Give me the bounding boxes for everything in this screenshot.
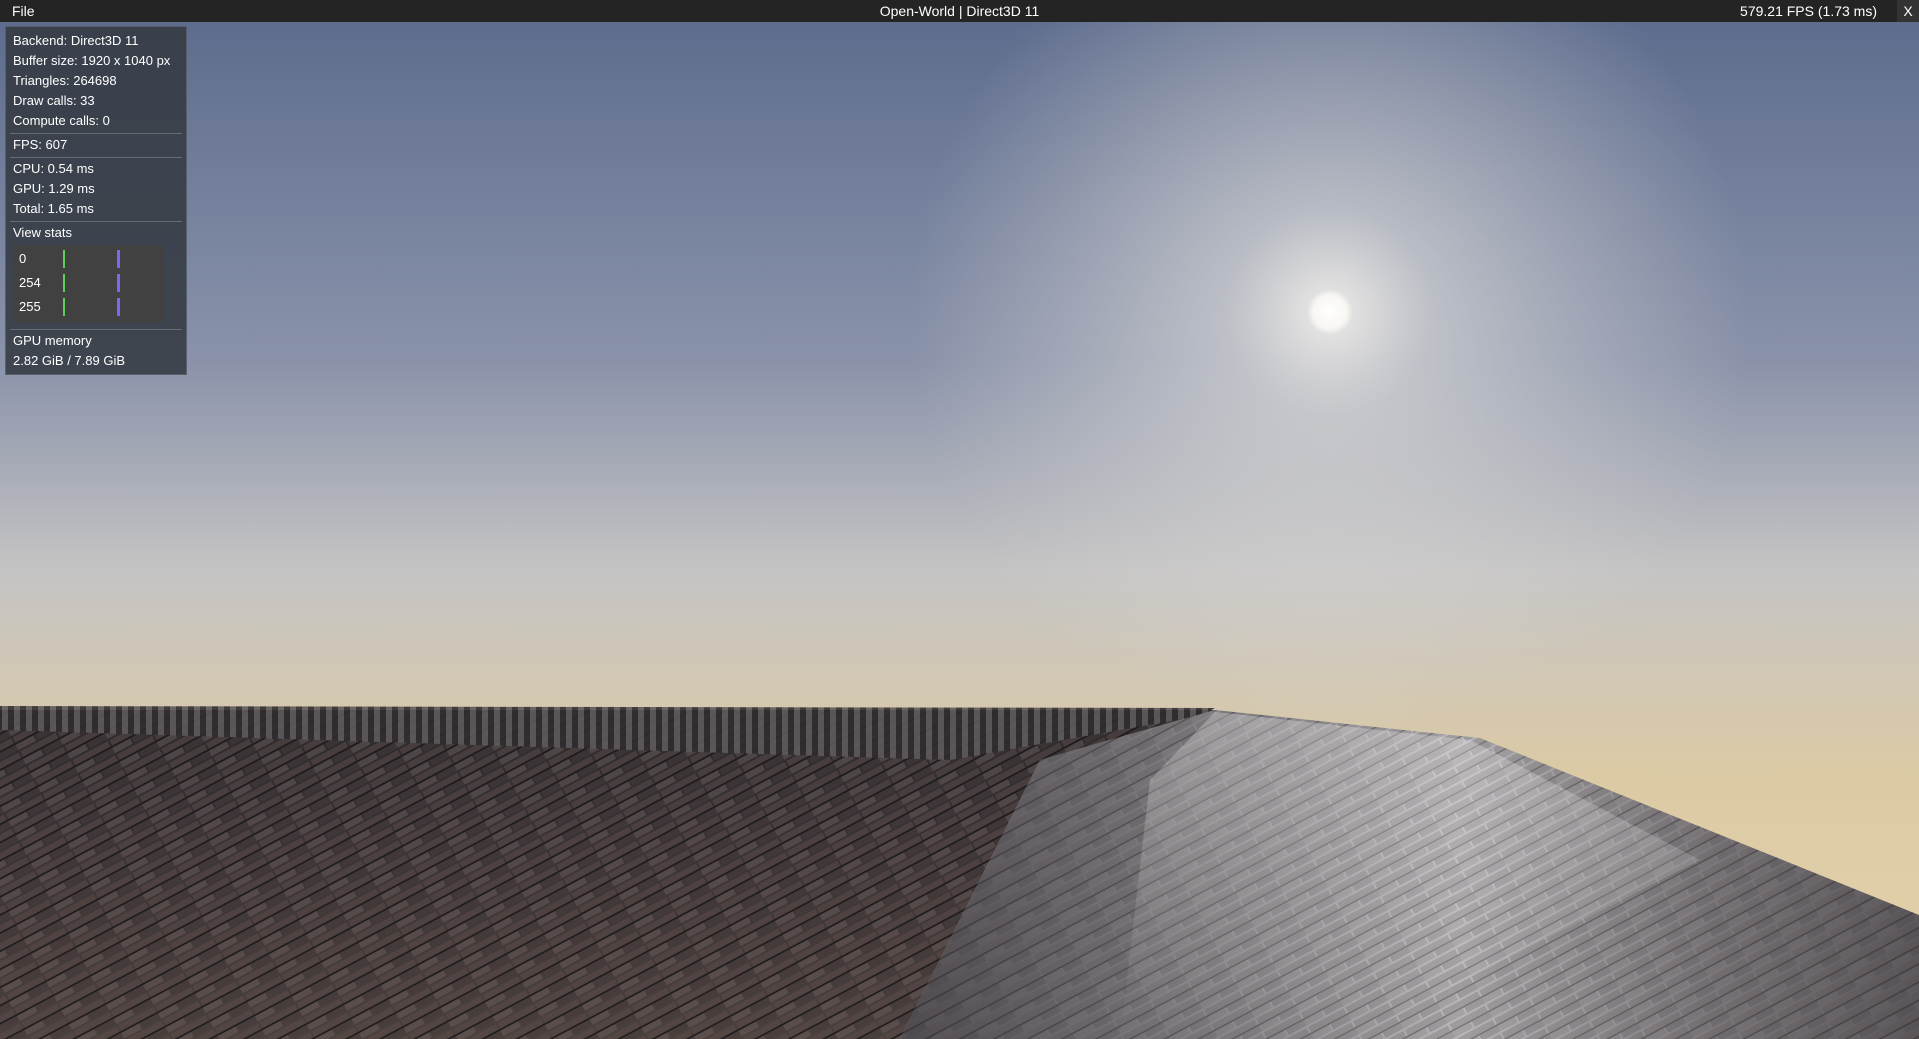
view-stats-table: 0 254 255 [13,245,164,323]
view-stats-purple-bar [117,250,120,268]
view-stats-value: 255 [19,299,41,314]
fps-readout: 579.21 FPS (1.73 ms) [1740,3,1877,19]
view-stats-green-bar [63,298,65,316]
compute-calls-stat: Compute calls: 0 [13,113,110,128]
view-stats-row: 255 [13,295,164,319]
gpu-memory-value: 2.82 GiB / 7.89 GiB [13,353,126,368]
gpu-memory-label: GPU memory [13,333,92,348]
view-stats-green-bar [63,250,65,268]
file-menu[interactable]: File [7,0,40,22]
view-stats-value: 0 [19,251,27,266]
view-stats-value: 254 [19,275,41,290]
gpu-stat: GPU: 1.29 ms [13,181,95,196]
close-button[interactable]: X [1897,0,1919,22]
fps-stat: FPS: 607 [13,137,68,152]
view-stats-green-bar [63,274,65,292]
view-stats-purple-bar [117,298,120,316]
separator [10,133,182,134]
menu-bar: File Open-World | Direct3D 11 579.21 FPS… [0,0,1919,22]
render-viewport[interactable] [0,0,1919,1039]
3d-scene [0,0,1919,1039]
backend-stat: Backend: Direct3D 11 [13,33,139,48]
separator [10,221,182,222]
view-stats-row: 254 [13,271,164,295]
view-stats-row: 0 [13,247,164,271]
triangles-stat: Triangles: 264698 [13,73,117,88]
cpu-stat: CPU: 0.54 ms [13,161,94,176]
buffer-size-stat: Buffer size: 1920 x 1040 px [13,53,171,68]
stats-panel[interactable]: Backend: Direct3D 11 Buffer size: 1920 x… [5,26,187,375]
separator [10,157,182,158]
view-stats-purple-bar [117,274,120,292]
window-title: Open-World | Direct3D 11 [879,3,1040,19]
total-stat: Total: 1.65 ms [13,201,94,216]
view-stats-label: View stats [13,225,73,240]
draw-calls-stat: Draw calls: 33 [13,93,95,108]
separator [10,329,182,330]
